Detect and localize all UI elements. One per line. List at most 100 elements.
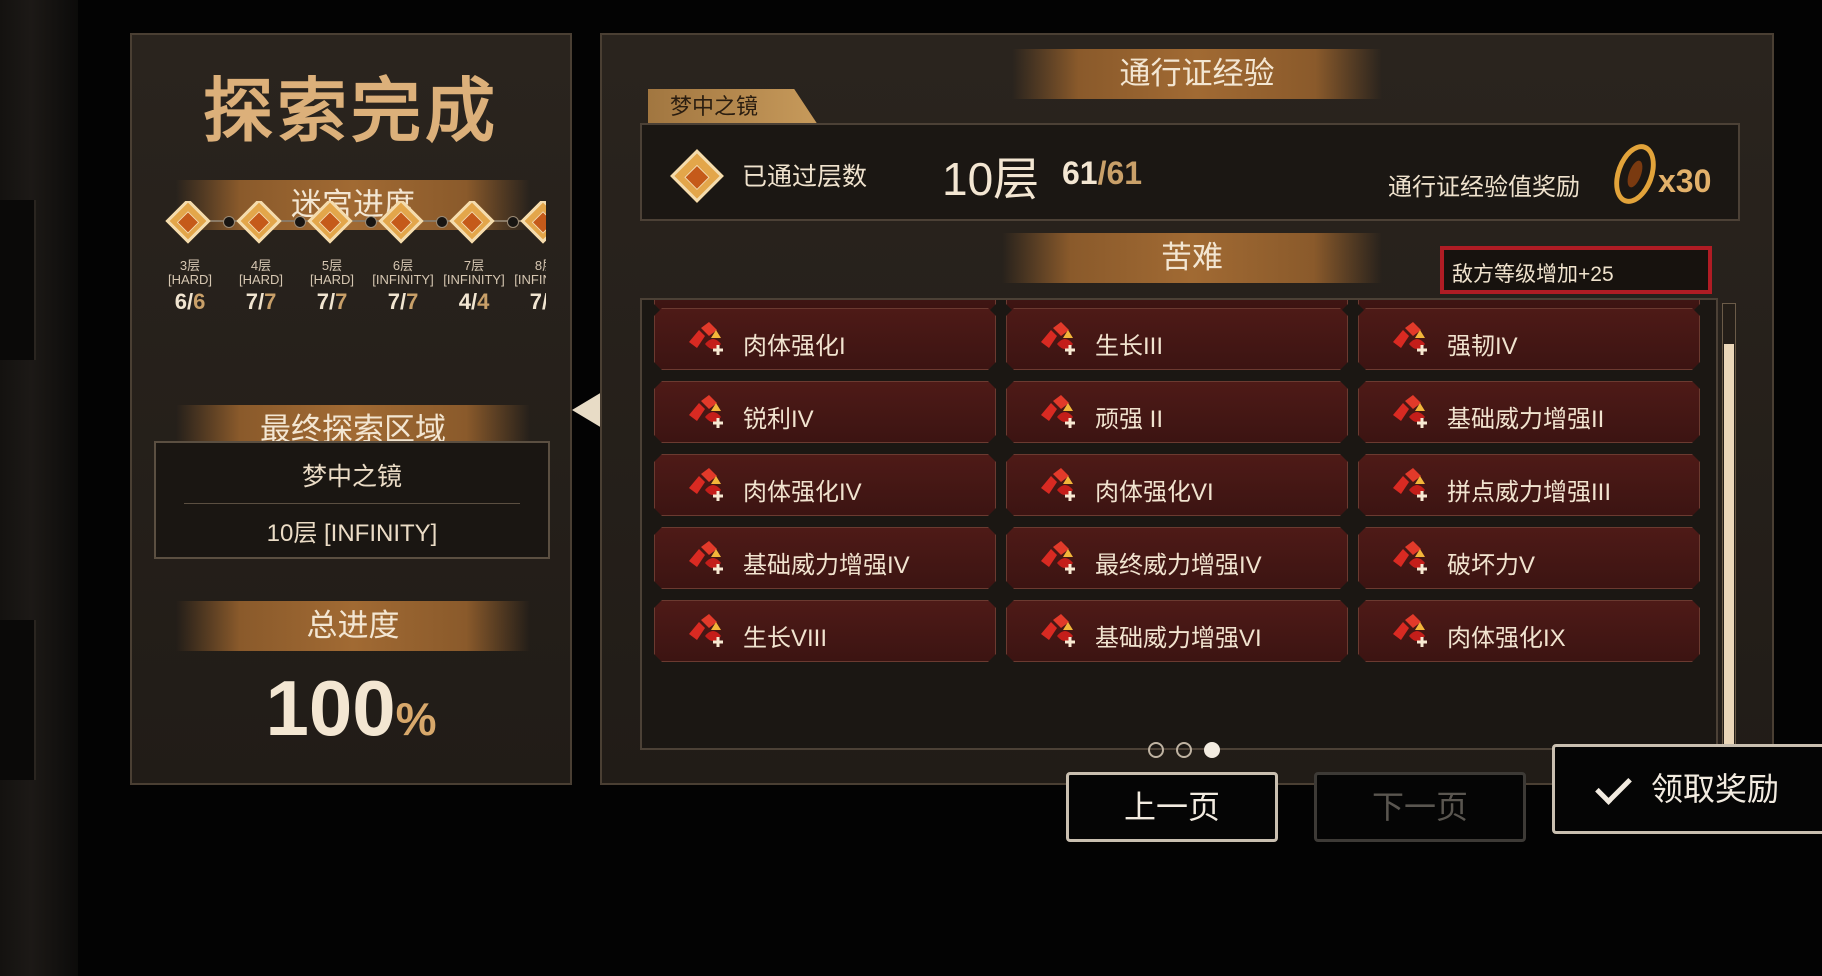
- passed-count-cleared: 61: [1062, 155, 1098, 191]
- passed-floors-label: 已通过层数: [742, 163, 868, 191]
- floor-cleared-count: 7/7: [245, 289, 277, 314]
- floor-progress-track[interactable]: 3层 [HARD] 6/6 4层 [HARD] 7/7 5层 [HARD] 7/7 6层 [INFI…: [160, 201, 546, 349]
- floor-node[interactable]: 7层 [INFINITY] 4/4: [442, 201, 506, 349]
- passed-count: 61/61: [1062, 155, 1143, 191]
- hardship-label: 肉体强化IX: [1447, 625, 1566, 652]
- hardship-banner: 苦难: [1002, 233, 1382, 283]
- check-icon: [1595, 768, 1632, 805]
- page-title: 探索完成: [203, 70, 499, 152]
- hardship-label: 强韧IV: [1447, 333, 1518, 360]
- hardship-buff-icon: [1035, 466, 1079, 506]
- hardship-buff-icon: [1387, 466, 1431, 506]
- hardship-buff-icon: [683, 539, 727, 579]
- hardship-buff-icon: [1387, 539, 1431, 579]
- total-progress-banner: 总进度: [176, 601, 530, 651]
- hardship-buff-icon: [1035, 539, 1079, 579]
- window-frame-edge: [0, 0, 78, 976]
- floor-difficulty: [INFINITY]: [514, 272, 546, 287]
- hardship-scrollbar[interactable]: [1722, 303, 1736, 751]
- floor-node[interactable]: 6层 [INFINITY] 7/7: [371, 201, 435, 349]
- passed-floors-value: 10层: [942, 153, 1040, 205]
- hardship-label: 基础威力增强II: [1447, 406, 1605, 433]
- hardship-cell[interactable]: 最终威力增强IV: [1006, 527, 1348, 589]
- page-dot[interactable]: [1176, 742, 1192, 758]
- floor-difficulty: [HARD]: [309, 272, 355, 287]
- floor-node[interactable]: 3层 [HARD] 6/6: [160, 201, 222, 349]
- hardship-cell[interactable]: 肉体强化IX: [1358, 600, 1700, 662]
- hardship-cell[interactable]: 拼点威力增强III: [1358, 454, 1700, 516]
- diamond-floor-icon: [236, 201, 282, 244]
- diamond-floor-icon: [520, 201, 546, 244]
- pass-exp-row: 已通过层数 10层 61/61 通行证经验值奖励 x30: [640, 123, 1740, 221]
- page-dot-active[interactable]: [1204, 742, 1220, 758]
- prev-page-button[interactable]: 上一页: [1066, 772, 1278, 842]
- floor-node[interactable]: 5层 [HARD] 7/7: [300, 201, 364, 349]
- hardship-cell[interactable]: 生长III: [1006, 308, 1348, 370]
- floor-node[interactable]: 4层 [HARD] 7/7: [229, 201, 293, 349]
- diamond-floor-icon: [670, 149, 724, 203]
- final-area-box: 梦中之镜 10层 [INFINITY]: [154, 441, 550, 559]
- floor-cleared-count: 7/7: [529, 289, 546, 314]
- frame-notch: [0, 620, 36, 780]
- divider: [184, 503, 520, 504]
- floor-node[interactable]: 8层[INFINITY]7/7: [513, 201, 546, 349]
- hardship-cell[interactable]: 锐利IV: [654, 381, 996, 443]
- hardship-label: 锐利IV: [743, 406, 814, 433]
- hardship-grid[interactable]: 肉体强化I 生长III 强韧IV 锐利IV 顽强 II 基础威力增强II 肉体强化IV 肉体强…: [640, 298, 1718, 750]
- area-tab-label: 梦中之镜: [648, 89, 818, 125]
- page-dot[interactable]: [1148, 742, 1164, 758]
- total-progress-number: 100: [265, 664, 396, 752]
- hardship-buff-icon: [1387, 612, 1431, 652]
- next-page-button[interactable]: 下一页: [1314, 772, 1526, 842]
- claim-reward-label: 领取奖励: [1651, 771, 1780, 807]
- hardship-label: 顽强 II: [1095, 406, 1164, 433]
- hardship-buff-icon: [1035, 393, 1079, 433]
- hardship-label: 生长III: [1095, 333, 1164, 360]
- floor-cleared-count: 6/6: [174, 289, 206, 314]
- floor-cleared-count: 4/4: [458, 289, 490, 314]
- pass-exp-banner: 通行证经验: [1012, 49, 1382, 99]
- hardship-cell[interactable]: 顽强 II: [1006, 381, 1348, 443]
- hardship-cell[interactable]: 基础威力增强IV: [654, 527, 996, 589]
- hardship-buff-icon: [683, 612, 727, 652]
- hardship-buff-icon: [683, 320, 727, 360]
- total-progress-value: 100%: [132, 663, 570, 754]
- hardship-cell[interactable]: 破坏力V: [1358, 527, 1700, 589]
- floor-cleared-count: 7/7: [387, 289, 419, 314]
- hardship-label: 肉体强化I: [743, 333, 846, 360]
- hardship-label: 基础威力增强IV: [743, 552, 910, 579]
- diamond-floor-icon: [165, 201, 211, 244]
- hardship-buff-icon: [1035, 612, 1079, 652]
- hardship-cell[interactable]: 肉体强化VI: [1006, 454, 1348, 516]
- hardship-buff-icon: [683, 466, 727, 506]
- hardship-buff-icon: [1387, 320, 1431, 360]
- claim-reward-button[interactable]: 领取奖励: [1552, 744, 1822, 834]
- final-area-floor: 10层 [INFINITY]: [266, 520, 438, 547]
- hardship-cell[interactable]: 生长VIII: [654, 600, 996, 662]
- frame-notch: [0, 200, 36, 360]
- rewards-panel: 通行证经验 梦中之镜 已通过层数 10层 61/61 通行证经验值奖励 x30 …: [600, 33, 1774, 785]
- hardship-buff-icon: [1035, 320, 1079, 360]
- hardship-cell[interactable]: 肉体强化IV: [654, 454, 996, 516]
- hardship-label: 最终威力增强IV: [1095, 552, 1262, 579]
- floor-difficulty: [HARD]: [167, 272, 213, 287]
- scrollbar-thumb[interactable]: [1724, 344, 1734, 746]
- total-progress-unit: %: [395, 693, 437, 745]
- exp-multiplier: x30: [1658, 163, 1712, 199]
- hardship-cell[interactable]: 基础威力增强II: [1358, 381, 1700, 443]
- page-indicator: [1148, 740, 1228, 762]
- hardship-label: 拼点威力增强III: [1447, 479, 1612, 506]
- hardship-label: 肉体强化VI: [1095, 479, 1214, 506]
- exploration-summary-panel: 探索完成 迷宫进度 3层 [HARD] 6/6 4层 [HARD] 7/7 5层 [HARD]…: [130, 33, 572, 785]
- hardship-buff-icon: [1387, 393, 1431, 433]
- hardship-label: 基础威力增强VI: [1095, 625, 1262, 652]
- hardship-cell[interactable]: 强韧IV: [1358, 308, 1700, 370]
- hardship-label: 破坏力V: [1447, 552, 1536, 579]
- floor-difficulty: [INFINITY]: [443, 272, 505, 287]
- hardship-label: 生长VIII: [743, 625, 828, 652]
- hardship-cell[interactable]: 基础威力增强VI: [1006, 600, 1348, 662]
- final-area-name: 梦中之镜: [301, 463, 402, 491]
- exp-crystal-icon: [1606, 138, 1664, 210]
- hardship-cell[interactable]: 肉体强化I: [654, 308, 996, 370]
- diamond-floor-icon: [378, 201, 424, 244]
